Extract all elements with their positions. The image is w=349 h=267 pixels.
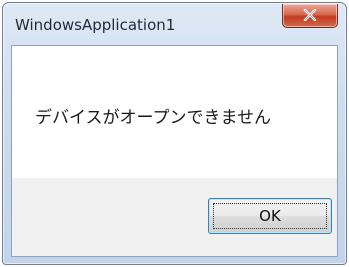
button-area: OK bbox=[12, 178, 337, 256]
close-button[interactable] bbox=[282, 4, 338, 28]
close-icon bbox=[303, 9, 317, 21]
title-bar[interactable]: WindowsApplication1 bbox=[3, 3, 346, 45]
message-text: デバイスがオープンできません bbox=[35, 108, 271, 128]
ok-button-label: OK bbox=[259, 207, 281, 225]
ok-button[interactable]: OK bbox=[208, 198, 332, 234]
window-title: WindowsApplication1 bbox=[15, 16, 176, 34]
dialog-window: WindowsApplication1 デバイスがオープンできません OK bbox=[2, 2, 347, 265]
dialog-body: デバイスがオープンできません OK bbox=[11, 45, 338, 257]
